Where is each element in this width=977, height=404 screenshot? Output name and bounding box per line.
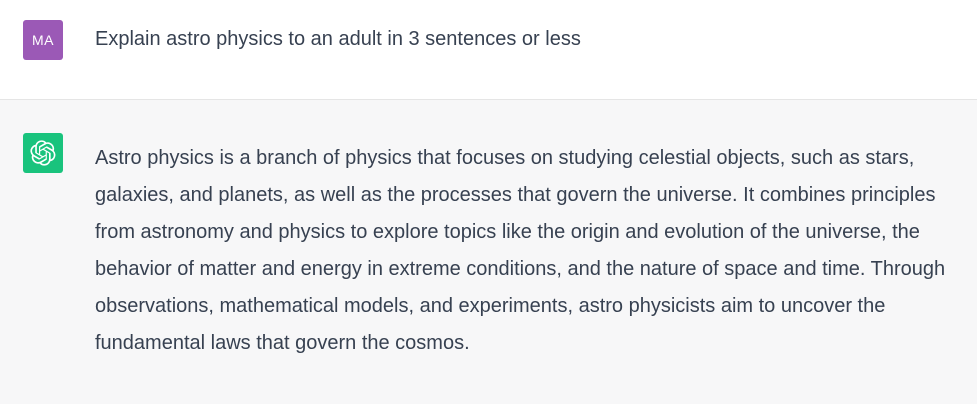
user-message-row: MA Explain astro physics to an adult in … (0, 0, 977, 100)
chat-thread: MA Explain astro physics to an adult in … (0, 0, 977, 404)
assistant-avatar (23, 133, 63, 173)
user-message-text: Explain astro physics to an adult in 3 s… (95, 28, 581, 50)
assistant-message-row: Astro physics is a branch of physics tha… (0, 100, 977, 404)
openai-logo-icon (30, 140, 56, 166)
user-avatar-initials: MA (32, 32, 54, 48)
assistant-message-text: Astro physics is a branch of physics tha… (95, 147, 946, 354)
user-avatar: MA (23, 20, 63, 60)
